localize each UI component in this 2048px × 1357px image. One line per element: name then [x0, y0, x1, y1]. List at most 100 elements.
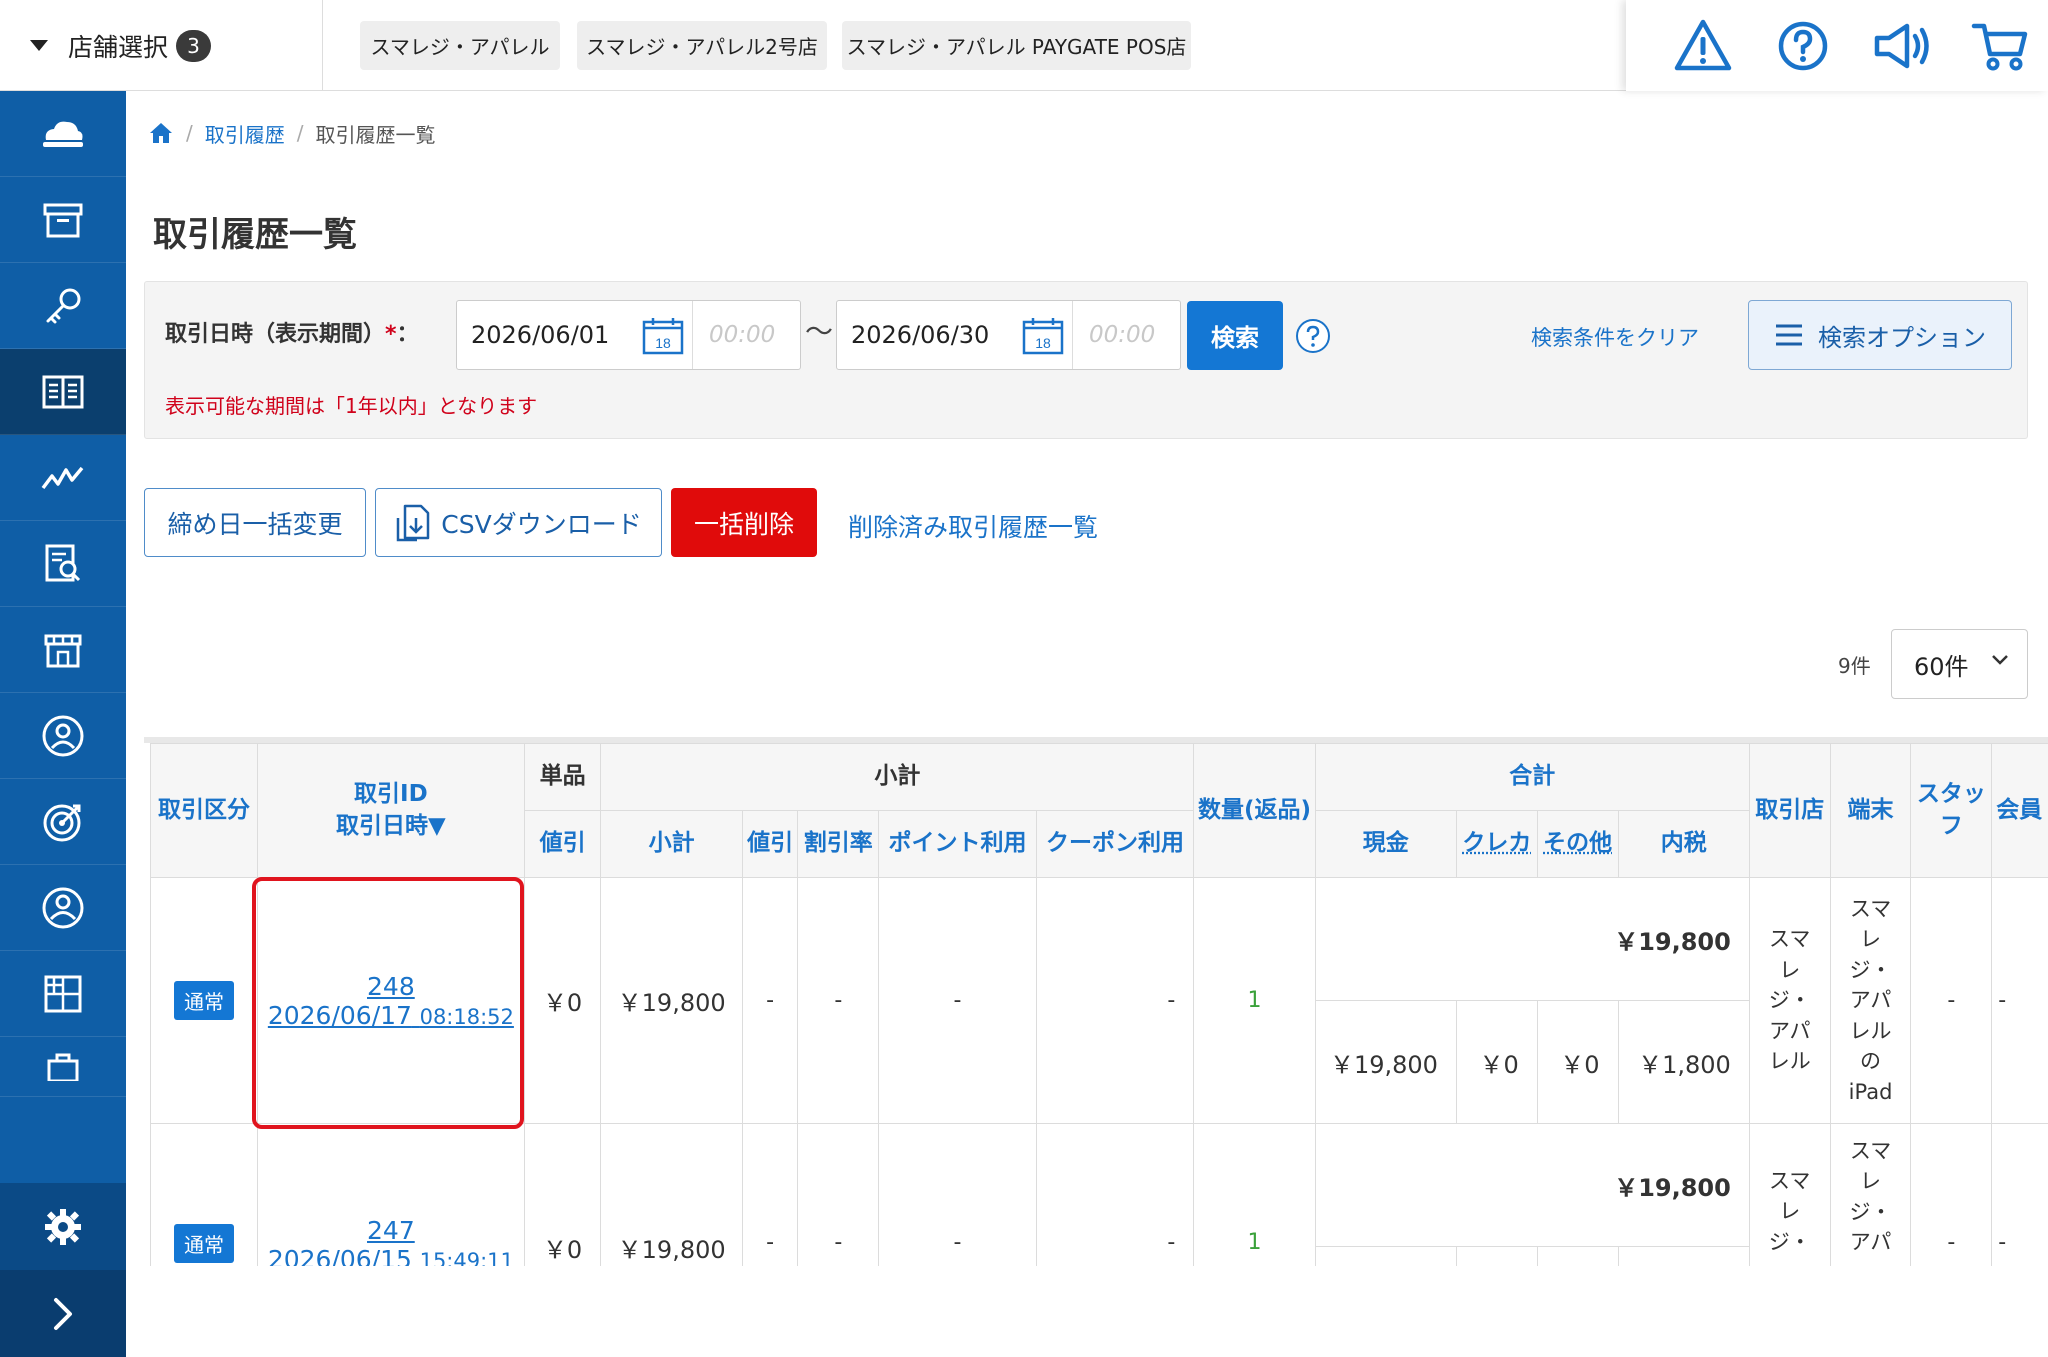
sidebar-item-cloud[interactable] — [0, 91, 126, 177]
sidebar-item-reports[interactable] — [0, 521, 126, 607]
customer-icon — [41, 886, 85, 930]
search-panel: 取引日時（表示期間）*： 2026/06/01 18 00:00 〜 2026/… — [144, 281, 2028, 439]
announcement-icon[interactable] — [1869, 16, 1935, 76]
discount-rate-cell: - — [798, 878, 879, 1124]
header-unit-discount[interactable]: 値引 — [524, 811, 601, 878]
header-store[interactable]: 取引店 — [1749, 744, 1830, 878]
header-quantity[interactable]: 数量(返品) — [1194, 744, 1315, 878]
cart-icon[interactable] — [1970, 16, 2030, 76]
header-member[interactable]: 会員 — [1992, 744, 2048, 878]
coupon-use-cell: - — [1036, 1124, 1194, 1267]
sidebar-item-apps[interactable] — [0, 951, 126, 1037]
cloud-icon — [40, 116, 86, 152]
header-discount-rate[interactable]: 割引率 — [798, 811, 879, 878]
search-button[interactable]: 検索 — [1187, 301, 1283, 370]
sidebar-item-key[interactable] — [0, 263, 126, 349]
sidebar-item-archive[interactable] — [0, 177, 126, 263]
header-subtotal-group: 小計 — [601, 744, 1194, 811]
result-count: 9件 — [1838, 650, 1871, 679]
header-terminal[interactable]: 端末 — [1830, 744, 1911, 878]
type-cell: 通常 — [151, 878, 258, 1124]
archive-icon — [42, 200, 84, 240]
svg-text:18: 18 — [655, 335, 671, 351]
help-icon[interactable] — [1295, 318, 1331, 354]
type-cell: 通常 — [151, 1124, 258, 1267]
bag-icon — [43, 1051, 83, 1081]
sidebar-expand[interactable] — [0, 1270, 126, 1357]
end-date-field[interactable]: 2026/06/30 18 00:00 — [836, 300, 1181, 370]
search-options-button[interactable]: 検索オプション — [1748, 300, 2012, 370]
sub-discount-cell: - — [742, 878, 798, 1124]
header-total-group[interactable]: 合計 — [1315, 744, 1749, 811]
sidebar-item-target[interactable] — [0, 779, 126, 865]
period-note: 表示可能な期間は「1年以内」となります — [165, 390, 537, 419]
sub-discount-cell: - — [742, 1124, 798, 1267]
csv-download-button[interactable]: CSVダウンロード — [375, 488, 662, 557]
transaction-link[interactable]: 248 2026/06/17 08:18:52 — [258, 972, 524, 1030]
header-subtotal[interactable]: 小計 — [601, 811, 742, 878]
header-tax-included[interactable]: 内税 — [1618, 811, 1749, 878]
discount-rate-cell: - — [798, 1124, 879, 1267]
clear-conditions-link[interactable]: 検索条件をクリア — [1531, 322, 1699, 352]
header-point-use[interactable]: ポイント利用 — [879, 811, 1037, 878]
bulk-delete-button[interactable]: 一括削除 — [671, 488, 817, 557]
subtotal-cell: ￥19,800 — [601, 878, 742, 1124]
header-other[interactable]: その他 — [1537, 811, 1618, 878]
transaction-link[interactable]: 247 2026/06/15 15:49:11 — [258, 1216, 524, 1266]
header-staff[interactable]: スタッフ — [1911, 744, 1992, 878]
point-use-cell: - — [879, 1124, 1037, 1267]
type-badge: 通常 — [174, 1224, 234, 1263]
header-cash[interactable]: 現金 — [1315, 811, 1456, 878]
store-select-label: 店舗選択 — [68, 28, 168, 64]
end-time-placeholder[interactable]: 00:00 — [1089, 322, 1155, 348]
sidebar-item-analytics[interactable] — [0, 435, 126, 521]
start-date-field[interactable]: 2026/06/01 18 00:00 — [456, 300, 801, 370]
breadcrumb: / 取引履歴 / 取引履歴一覧 — [148, 118, 436, 148]
per-page-select[interactable]: 60件 — [1891, 629, 2028, 699]
sidebar-item-bag[interactable] — [0, 1037, 126, 1097]
breadcrumb-transactions[interactable]: 取引履歴 — [205, 119, 285, 148]
breadcrumb-separator: / — [297, 121, 304, 145]
type-badge: 通常 — [174, 981, 234, 1020]
header-type[interactable]: 取引区分 — [151, 744, 258, 878]
start-time-placeholder[interactable]: 00:00 — [709, 322, 775, 348]
home-icon[interactable] — [148, 121, 174, 145]
table-row: 通常 247 2026/06/15 15:49:11 ￥0 ￥19,800 - … — [151, 1124, 2048, 1247]
header-coupon-use[interactable]: クーポン利用 — [1036, 811, 1194, 878]
breadcrumb-current: 取引履歴一覧 — [316, 119, 436, 148]
breadcrumb-separator: / — [186, 121, 193, 145]
header-credit[interactable]: クレカ — [1456, 811, 1537, 878]
sidebar-item-stores[interactable] — [0, 607, 126, 693]
store-cell: スマレジ・ — [1749, 1124, 1830, 1267]
help-circle-icon[interactable] — [1773, 16, 1833, 76]
store-count-badge: 3 — [176, 30, 211, 62]
sidebar-settings[interactable] — [0, 1183, 126, 1270]
sidebar-item-staff[interactable] — [0, 693, 126, 779]
staff-cell: - — [1911, 1124, 1992, 1267]
key-icon — [42, 286, 84, 326]
sidebar-item-transactions[interactable] — [0, 349, 126, 435]
report-search-icon — [42, 543, 84, 585]
field-divider — [1072, 301, 1073, 369]
calendar-icon[interactable]: 18 — [1022, 317, 1064, 355]
warning-icon[interactable] — [1673, 16, 1733, 76]
store-chip-apparel[interactable]: スマレジ・アパレル — [360, 21, 560, 70]
unit-discount-cell: ￥0 — [524, 1124, 601, 1267]
end-date-value: 2026/06/30 — [851, 321, 989, 349]
header-id-date[interactable]: 取引ID取引日時▼ — [258, 744, 525, 878]
store-select-dropdown[interactable]: 店舗選択 3 — [0, 0, 323, 91]
credit-cell: ￥0 — [1456, 1001, 1537, 1124]
staff-cell: - — [1911, 878, 1992, 1124]
store-chip-apparel-paygate[interactable]: スマレジ・アパレル PAYGATE POS店 — [842, 21, 1191, 70]
start-date-value: 2026/06/01 — [471, 321, 609, 349]
sidebar-item-customers[interactable] — [0, 865, 126, 951]
caret-down-icon — [30, 40, 48, 51]
sidebar — [0, 91, 126, 1266]
close-date-change-button[interactable]: 締め日一括変更 — [144, 488, 366, 557]
calendar-icon[interactable]: 18 — [642, 317, 684, 355]
other-cell: ￥0 — [1537, 1001, 1618, 1124]
store-chip-apparel-2[interactable]: スマレジ・アパレル2号店 — [577, 21, 827, 70]
header-sub-discount[interactable]: 値引 — [742, 811, 798, 878]
member-cell: - — [1992, 1124, 2048, 1267]
deleted-history-link[interactable]: 削除済み取引履歴一覧 — [848, 508, 1098, 544]
